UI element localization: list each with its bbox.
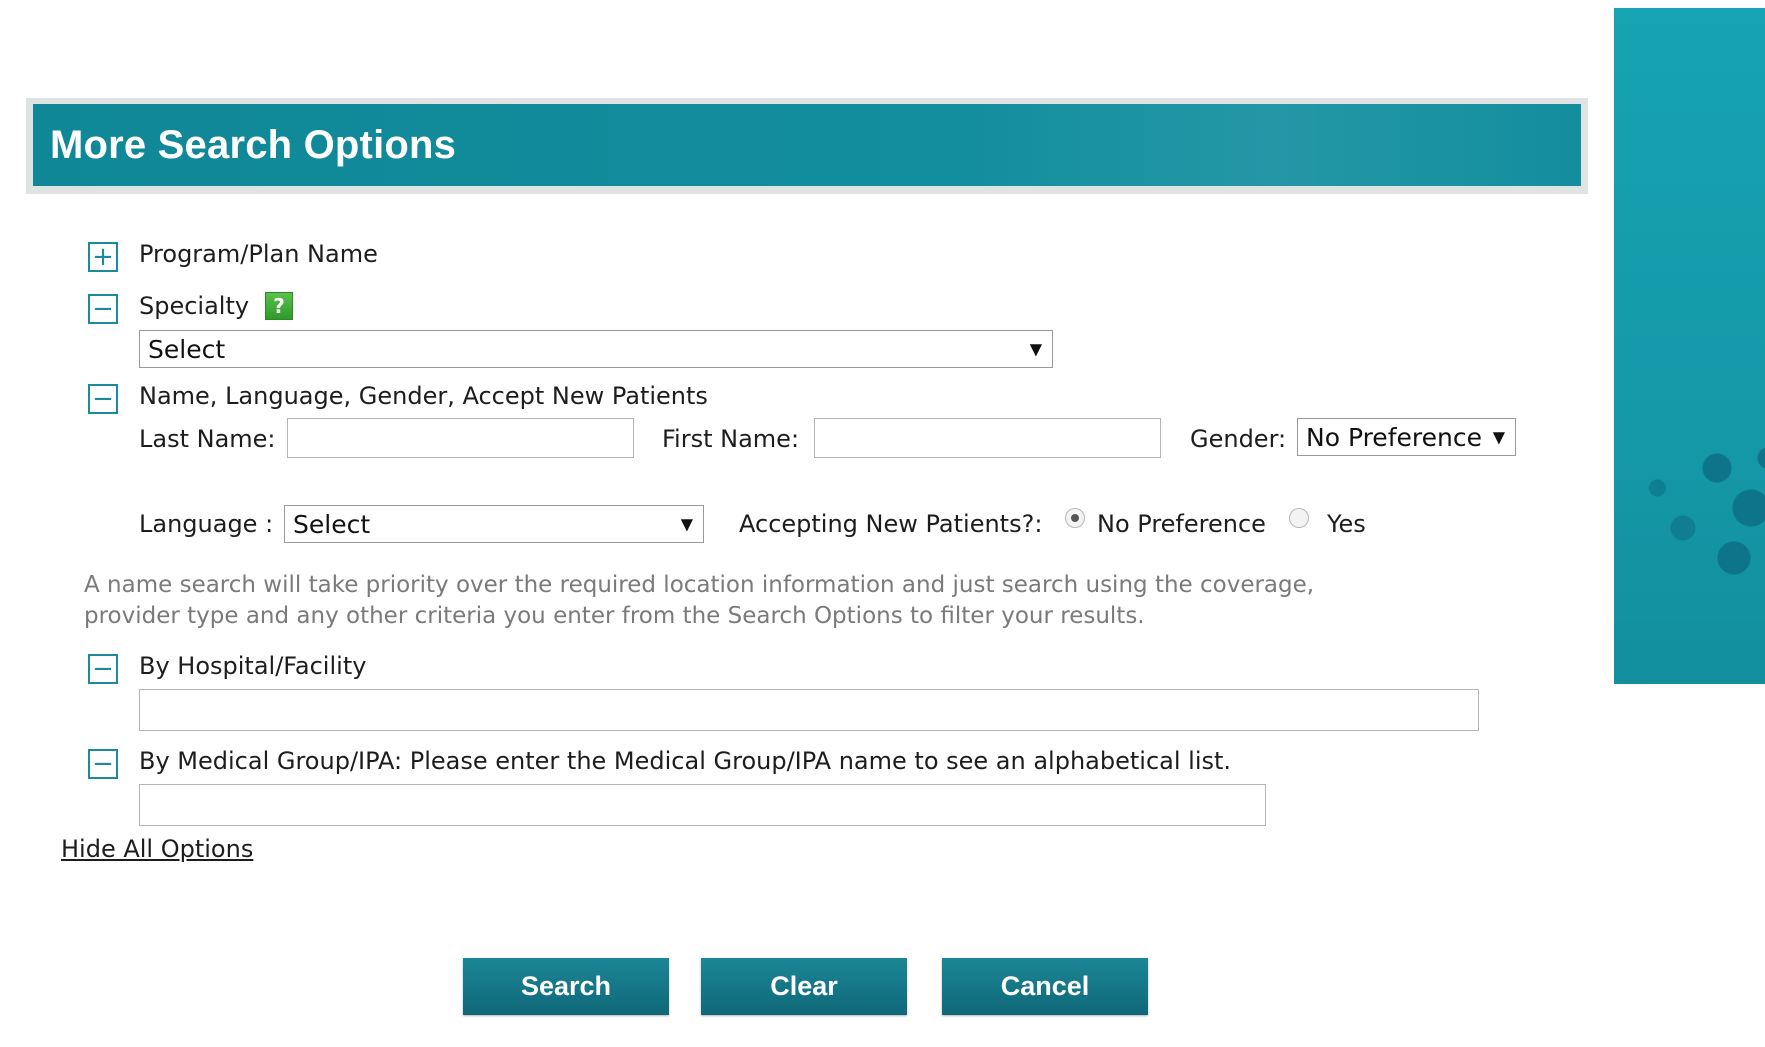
last-name-input[interactable] [287, 418, 634, 458]
medical-group-input[interactable] [139, 784, 1266, 826]
cancel-button[interactable]: Cancel [942, 958, 1148, 1015]
specialty-label: Specialty [139, 292, 250, 320]
chevron-down-icon: ▼ [1029, 339, 1042, 359]
accepting-no-preference-radio[interactable] [1065, 508, 1085, 528]
program-plan-label: Program/Plan Name [139, 240, 378, 268]
name-search-note: A name search will take priority over th… [84, 572, 1315, 629]
collapse-specialty-toggle[interactable]: − [88, 294, 118, 324]
collapse-hospital-toggle[interactable]: − [88, 654, 118, 684]
gender-select-value: No Preference [1306, 422, 1482, 452]
collapse-medical-group-toggle[interactable]: − [88, 749, 118, 779]
chevron-down-icon: ▼ [680, 514, 693, 534]
accepting-yes-radio[interactable] [1289, 508, 1309, 528]
accepting-yes-label: Yes [1327, 510, 1366, 538]
expand-program-toggle[interactable]: + [88, 242, 118, 272]
hide-all-options-link[interactable]: Hide All Options [61, 835, 253, 863]
chevron-down-icon: ▼ [1492, 427, 1505, 447]
header-bar: More Search Options [33, 104, 1581, 186]
accepting-label: Accepting New Patients?: [739, 510, 1043, 538]
specialty-select-value: Select [148, 334, 226, 364]
decorative-dots [1615, 408, 1765, 608]
specialty-select[interactable]: Select ▼ [139, 330, 1053, 368]
specialty-help-icon[interactable]: ? [265, 292, 293, 320]
clear-button[interactable]: Clear [701, 958, 907, 1015]
page-title: More Search Options [50, 122, 457, 167]
gender-select[interactable]: No Preference ▼ [1297, 418, 1516, 456]
hospital-input[interactable] [139, 689, 1479, 731]
collapse-name-toggle[interactable]: − [88, 384, 118, 414]
first-name-input[interactable] [814, 418, 1161, 458]
hospital-label: By Hospital/Facility [139, 652, 367, 680]
medical-group-label: By Medical Group/IPA: Please enter the M… [139, 747, 1232, 775]
language-label: Language : [139, 510, 274, 538]
side-banner [1614, 8, 1765, 684]
first-name-label: First Name: [662, 425, 800, 453]
name-section-label: Name, Language, Gender, Accept New Patie… [139, 382, 708, 410]
language-select[interactable]: Select ▼ [284, 505, 704, 543]
accepting-no-preference-label: No Preference [1097, 510, 1266, 538]
gender-label: Gender: [1190, 425, 1287, 453]
last-name-label: Last Name: [139, 425, 276, 453]
search-button[interactable]: Search [463, 958, 669, 1015]
language-select-value: Select [293, 509, 371, 539]
